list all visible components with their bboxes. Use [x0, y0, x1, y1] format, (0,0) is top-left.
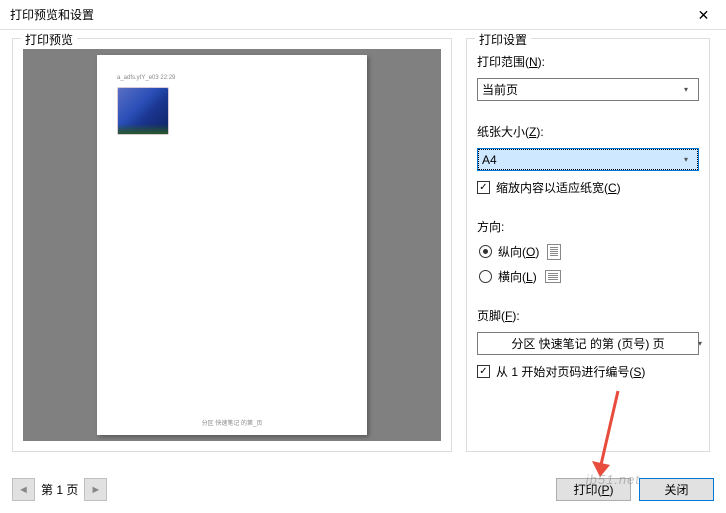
- footer-value: 分区 快速笔记 的第 (页号) 页: [511, 335, 664, 352]
- portrait-radio[interactable]: 纵向(O): [479, 243, 699, 260]
- landscape-icon: [545, 270, 561, 283]
- checkbox-checked-icon: ✓: [477, 365, 490, 378]
- portrait-icon: [547, 244, 561, 260]
- titlebar: 打印预览和设置 ✕: [0, 0, 726, 30]
- prev-page-button[interactable]: ◄: [12, 478, 35, 501]
- footer-label: 页脚(F):: [477, 307, 699, 324]
- paper-size-select[interactable]: A4 ▾: [477, 148, 699, 171]
- close-icon[interactable]: ✕: [681, 0, 726, 30]
- print-button[interactable]: 打印(P): [556, 478, 631, 501]
- settings-group-label: 打印设置: [475, 31, 531, 48]
- landscape-radio[interactable]: 横向(L): [479, 268, 699, 285]
- preview-group: 打印预览 a_adfs.ytY_e03 22:29 分区 快速笔记 的第_页: [12, 38, 452, 452]
- close-button[interactable]: 关闭: [639, 478, 714, 501]
- checkbox-checked-icon: ✓: [477, 181, 490, 194]
- pager: ◄ 第 1 页 ►: [12, 478, 107, 501]
- preview-page-footer: 分区 快速笔记 的第_页: [97, 418, 367, 427]
- paper-size-label: 纸张大小(Z):: [477, 123, 699, 140]
- print-range-value: 当前页: [482, 81, 518, 98]
- preview-page-header: a_adfs.ytY_e03 22:29: [117, 75, 347, 81]
- preview-page: a_adfs.ytY_e03 22:29 分区 快速笔记 的第_页: [97, 55, 367, 435]
- start-number-label: 从 1 开始对页码进行编号(S): [496, 363, 645, 380]
- print-range-select[interactable]: 当前页 ▾: [477, 78, 699, 101]
- settings-group: 打印设置 打印范围(N): 当前页 ▾ 纸张大小(Z): A4 ▾ ✓ 缩放内容…: [466, 38, 710, 452]
- fit-width-label: 缩放内容以适应纸宽(C): [496, 179, 621, 196]
- footer-bar: ◄ 第 1 页 ► 打印(P) 关闭: [12, 478, 714, 501]
- page-indicator: 第 1 页: [41, 481, 78, 498]
- orientation-label: 方向:: [477, 218, 699, 235]
- landscape-label: 横向(L): [498, 268, 537, 285]
- window-title: 打印预览和设置: [10, 6, 94, 23]
- radio-unselected-icon: [479, 270, 492, 283]
- chevron-down-icon: ▾: [692, 339, 708, 348]
- preview-thumbnail-image: [117, 87, 169, 135]
- print-range-label: 打印范围(N):: [477, 53, 699, 70]
- chevron-down-icon: ▾: [678, 155, 694, 164]
- paper-size-value: A4: [482, 153, 497, 167]
- start-number-checkbox[interactable]: ✓ 从 1 开始对页码进行编号(S): [477, 363, 699, 380]
- fit-width-checkbox[interactable]: ✓ 缩放内容以适应纸宽(C): [477, 179, 699, 196]
- portrait-label: 纵向(O): [498, 243, 539, 260]
- preview-area: a_adfs.ytY_e03 22:29 分区 快速笔记 的第_页: [23, 49, 441, 441]
- radio-selected-icon: [479, 245, 492, 258]
- preview-group-label: 打印预览: [21, 31, 77, 48]
- footer-select[interactable]: 分区 快速笔记 的第 (页号) 页 ▾: [477, 332, 699, 355]
- next-page-button[interactable]: ►: [84, 478, 107, 501]
- chevron-down-icon: ▾: [678, 85, 694, 94]
